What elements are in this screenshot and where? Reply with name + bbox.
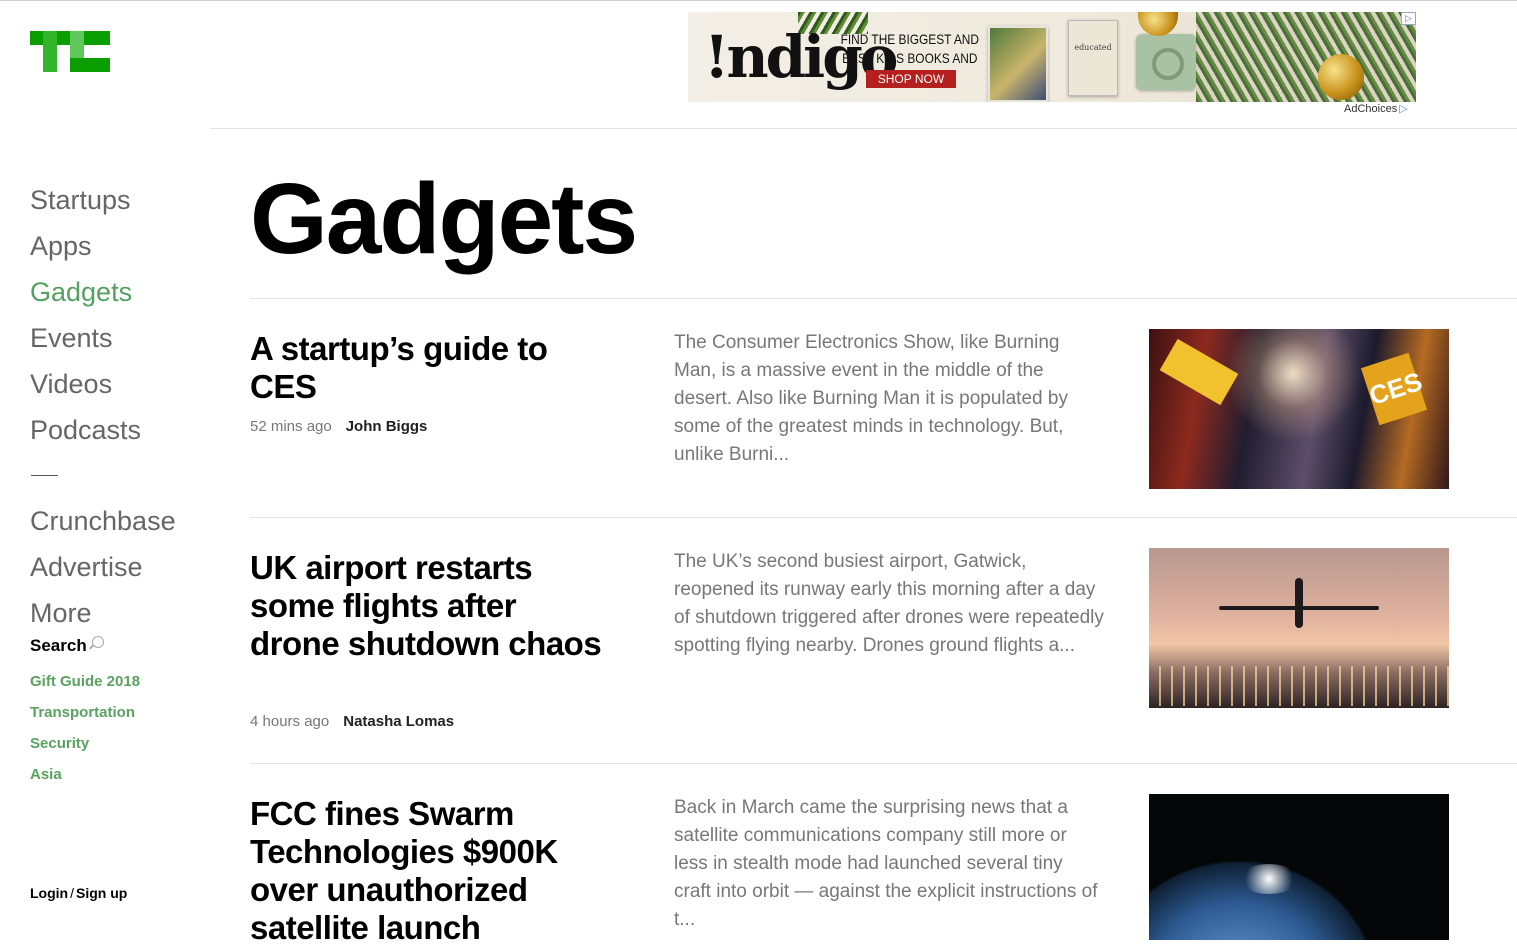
adchoices-icon: ▷	[1399, 103, 1408, 115]
search-button[interactable]: Search	[30, 636, 104, 656]
sidebar-item-videos[interactable]: Videos	[30, 361, 176, 407]
adchoices-label: AdChoices	[1344, 103, 1398, 115]
ad-toy-image	[1136, 34, 1196, 90]
auth-links: Login / Sign up	[30, 885, 127, 901]
article-time: 52 mins ago	[250, 418, 332, 435]
article-title[interactable]: FCC fines Swarm Technologies $900K over …	[250, 795, 630, 947]
article-excerpt: The Consumer Electronics Show, like Burn…	[674, 332, 1068, 465]
airplane-fuselage	[1295, 578, 1303, 628]
auth-separator: /	[70, 885, 74, 901]
ad-book-title: educated	[1074, 43, 1112, 52]
sidebar-nav: Startups Apps Gadgets Events Videos Podc…	[30, 177, 176, 636]
ces-sign: CES	[1360, 352, 1428, 426]
sidebar-item-apps[interactable]: Apps	[30, 223, 176, 269]
sidebar-subnav: Gift Guide 2018 Transportation Security …	[30, 666, 140, 790]
sidebar-link-asia[interactable]: Asia	[30, 759, 140, 790]
sidebar-link-security[interactable]: Security	[30, 728, 140, 759]
page-title: Gadgets	[250, 163, 638, 275]
search-label: Search	[30, 636, 87, 655]
sidebar-separator	[31, 475, 58, 476]
article-meta: 4 hours ago Natasha Lomas	[250, 713, 454, 730]
article-thumbnail[interactable]: CES	[1149, 329, 1449, 489]
sidebar-link-gift-guide[interactable]: Gift Guide 2018	[30, 666, 140, 697]
sidebar-item-gadgets[interactable]: Gadgets	[30, 269, 176, 315]
signup-link[interactable]: Sign up	[76, 885, 127, 901]
article-title[interactable]: UK airport restarts some flights after d…	[250, 549, 610, 663]
article-thumbnail[interactable]	[1149, 794, 1449, 940]
sidebar-item-crunchbase[interactable]: Crunchbase	[30, 498, 176, 544]
sidebar-item-events[interactable]: Events	[30, 315, 176, 361]
article-title[interactable]: A startup’s guide to CES	[250, 330, 610, 406]
article-divider	[250, 517, 1517, 518]
article-author[interactable]: John Biggs	[346, 418, 428, 435]
techcrunch-logo[interactable]	[30, 31, 110, 72]
sidebar-item-advertise[interactable]: Advertise	[30, 544, 176, 590]
search-icon	[92, 636, 104, 648]
ad-pine-branches	[1196, 12, 1416, 102]
airplane-wings	[1219, 606, 1379, 610]
ad-banner[interactable]: !ndigo FIND THE BIGGEST AND BEST KIDS BO…	[688, 12, 1416, 102]
ad-shop-now-button[interactable]: SHOP NOW	[866, 70, 956, 88]
ad-educated-book-image: educated	[1068, 20, 1118, 96]
article-divider	[250, 763, 1517, 764]
ad-ornament-small	[1138, 12, 1178, 36]
sidebar-item-more[interactable]: More	[30, 590, 176, 636]
article-meta: 52 mins ago John Biggs	[250, 418, 427, 435]
earth-glow	[1239, 864, 1299, 894]
title-divider	[250, 298, 1517, 299]
ad-gold-ornament	[1318, 54, 1364, 100]
article-excerpt: The UK’s second busiest airport, Gatwick…	[674, 551, 1104, 656]
adchoices-link[interactable]: AdChoices ▷	[1344, 102, 1408, 115]
article-excerpt: Back in March came the surprising news t…	[674, 797, 1098, 930]
login-link[interactable]: Login	[30, 885, 68, 901]
ad-lego-book-image	[988, 26, 1048, 102]
ad-info-icon[interactable]: ▷	[1401, 12, 1416, 25]
sidebar-item-podcasts[interactable]: Podcasts	[30, 407, 176, 453]
runway-lights	[1149, 666, 1449, 706]
article-thumbnail[interactable]	[1149, 548, 1449, 708]
sidebar-item-startups[interactable]: Startups	[30, 177, 176, 223]
article-time: 4 hours ago	[250, 713, 330, 730]
header-divider	[210, 128, 1517, 129]
countdown-sign	[1159, 338, 1239, 406]
ad-tagline-line-1: FIND THE BIGGEST AND	[840, 31, 980, 47]
sidebar-link-transportation[interactable]: Transportation	[30, 697, 140, 728]
article-author[interactable]: Natasha Lomas	[343, 713, 454, 730]
